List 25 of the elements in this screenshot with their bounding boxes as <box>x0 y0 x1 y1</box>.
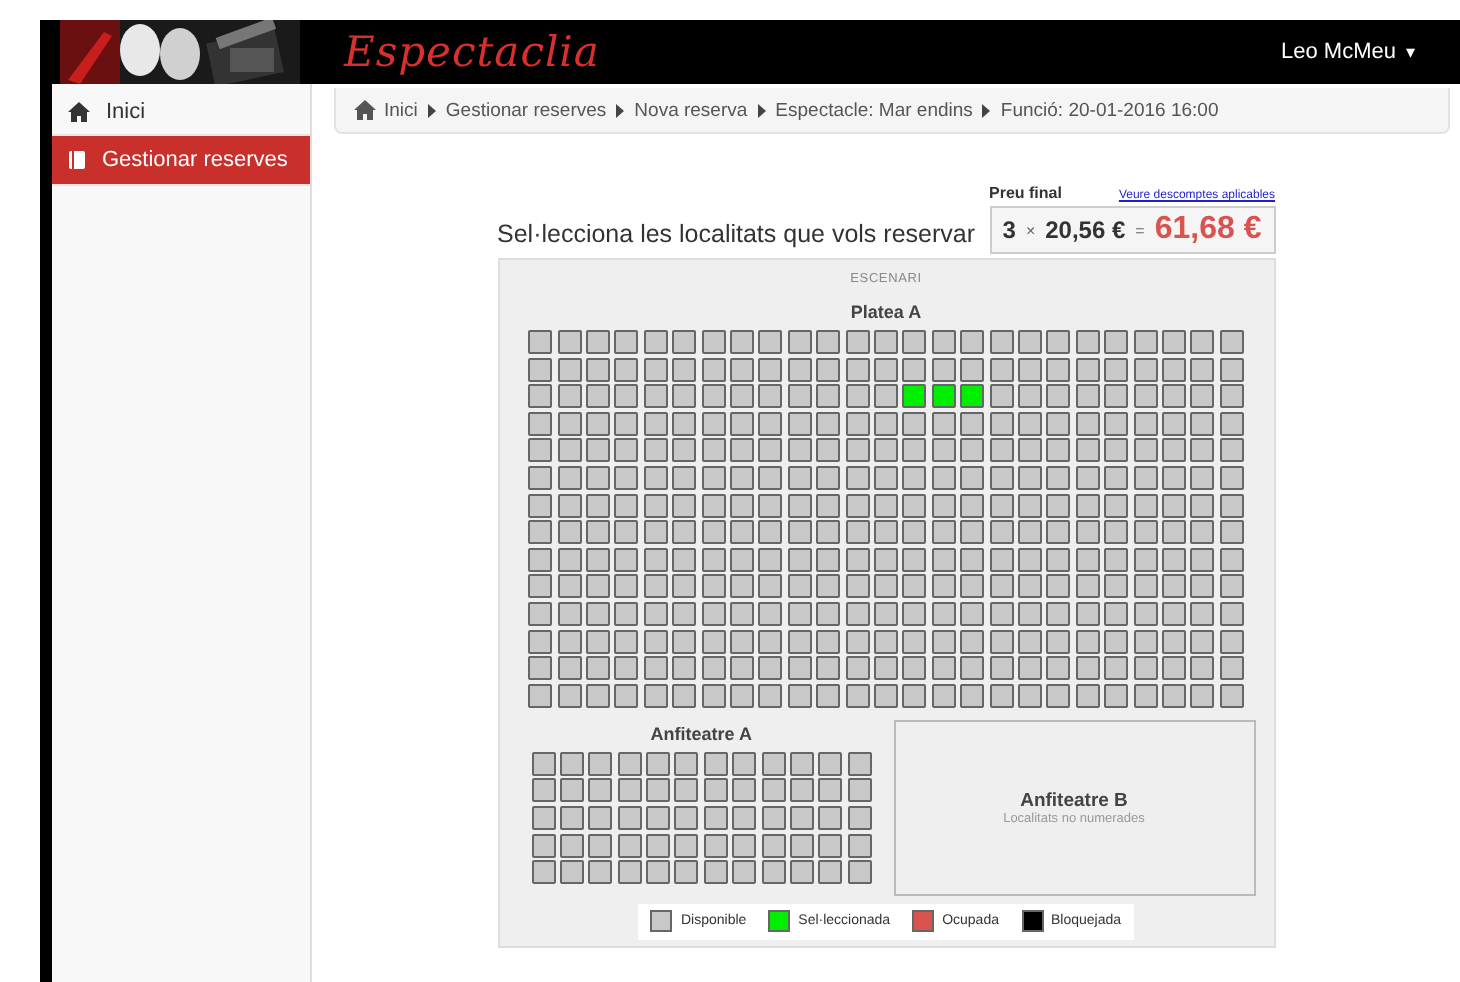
brand-title: Espectaclia <box>344 28 600 76</box>
caret-icon <box>427 103 436 117</box>
section-title: Anfiteatre A <box>650 723 752 744</box>
caret-icon <box>616 103 625 117</box>
home-icon <box>68 101 90 121</box>
book-icon <box>68 150 86 170</box>
unit-price: 20,56 € <box>1045 216 1126 244</box>
home-icon <box>354 100 376 120</box>
page-heading: Sel·lecciona les localitats que vols reservar <box>497 220 975 248</box>
breadcrumb-link[interactable]: Inici <box>384 99 418 121</box>
total-price: 61,68 € <box>1154 212 1262 248</box>
equals-sign: = <box>1135 221 1145 239</box>
user-menu[interactable]: Leo McMeu ▾ <box>1281 40 1416 64</box>
breadcrumb-link[interactable]: Gestionar reserves <box>445 99 607 121</box>
times-sign: × <box>1025 221 1036 239</box>
breadcrumb-link[interactable]: Espectacle: Mar endins <box>775 99 973 121</box>
breadcrumb-link[interactable]: Nova reserva <box>634 99 748 121</box>
area-title: Anfiteatre B <box>1020 789 1128 812</box>
caret-icon <box>757 103 766 117</box>
price-label: Preu final <box>989 184 1062 202</box>
section-title: Platea A <box>850 302 922 322</box>
breadcrumb-link[interactable]: Funció: 20-01-2016 16:00 <box>1000 99 1219 121</box>
quantity-text: 3 <box>1002 216 1016 244</box>
sidebar-item[interactable]: Gestionar reserves <box>52 136 310 186</box>
caret-icon <box>982 103 991 117</box>
